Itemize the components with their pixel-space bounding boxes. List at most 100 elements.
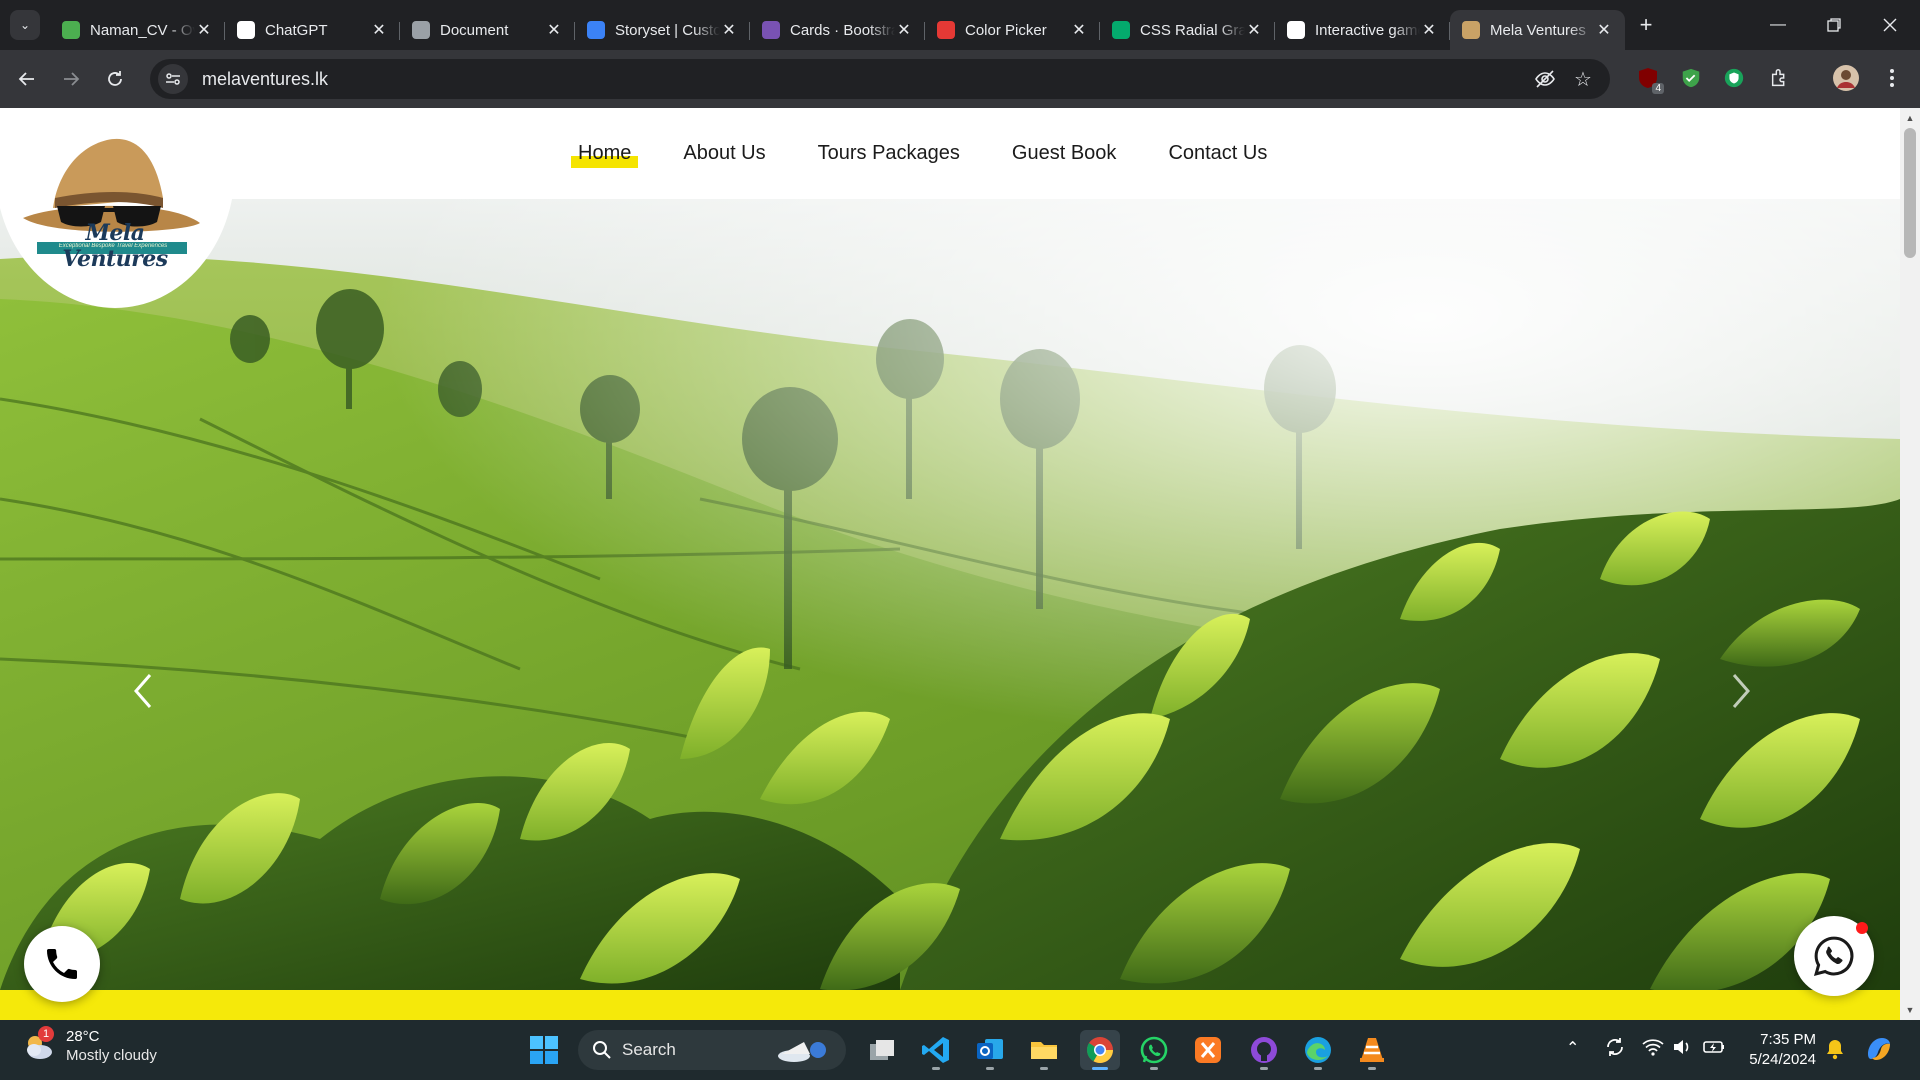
browser-tab[interactable]: Naman_CV - Overleaf✕ [50,10,225,50]
reload-icon [108,71,122,86]
close-tab-icon[interactable]: ✕ [370,20,388,40]
restore-button[interactable] [1806,0,1862,50]
browser-tab[interactable]: Storyset | Customize✕ [575,10,750,50]
outlook-icon [977,1039,1003,1059]
weather-widget[interactable]: 1 28°C Mostly cloudy [22,1026,157,1066]
bell-icon [1827,1040,1843,1060]
close-tab-icon[interactable]: ✕ [1595,20,1613,40]
nav-link-contact-us[interactable]: Contact Us [1168,142,1267,165]
browser-tab[interactable]: Cards · Bootstrap✕ [750,10,925,50]
close-tab-icon[interactable]: ✕ [1420,20,1438,40]
restore-icon [1827,18,1841,32]
browser-tab[interactable]: Document ✕ [400,10,575,50]
carousel-prev-button[interactable] [124,661,164,721]
notification-dot [1856,922,1868,934]
scroll-down-arrow[interactable]: ▼ [1900,1002,1920,1018]
browser-menu-button[interactable] [1876,62,1908,94]
tab-search-button[interactable]: ⌄ [10,10,40,40]
address-bar[interactable]: melaventures.lk ☆ [150,59,1610,99]
tab-title: Document [440,21,509,39]
hero-image-tea-plantation [0,199,1900,990]
star-icon: ☆ [1574,68,1592,91]
weather-badge: 1 [38,1026,54,1042]
eye-off-icon [1535,70,1555,88]
browser-tab[interactable]: Color Picker ✕ [925,10,1100,50]
browser-tab-strip: ⌄ Naman_CV - Overleaf✕ChatGPT✕Document✕S… [0,0,1920,50]
scroll-up-arrow[interactable]: ▲ [1900,110,1920,126]
system-clock[interactable]: 7:35 PM 5/24/2024 [1740,1030,1816,1070]
xampp-app[interactable] [1188,1030,1228,1070]
whatsapp-desktop-app[interactable] [1134,1030,1174,1070]
outlook-app[interactable] [970,1030,1010,1070]
tab-title: Interactive games [1315,21,1420,39]
close-tab-icon[interactable]: ✕ [1245,20,1263,40]
more-vertical-icon [1890,69,1894,87]
nav-link-guest-book[interactable]: Guest Book [1012,142,1117,165]
folder-icon [1031,1042,1057,1059]
bookmark-star-button[interactable]: ☆ [1568,64,1598,94]
browser-tab[interactable]: CSS Radial Gradient✕ [1100,10,1275,50]
notifications-button[interactable] [1825,1038,1845,1065]
chrome-icon [1086,1037,1114,1064]
show-hidden-icons-button[interactable]: ⌃ [1566,1038,1579,1058]
arrow-left-icon [18,72,34,86]
close-window-button[interactable] [1862,0,1918,50]
vpn-extension[interactable] [1718,62,1750,94]
task-view-button[interactable] [862,1030,902,1070]
volume-tray-item[interactable] [1672,1038,1692,1061]
start-button[interactable] [524,1030,564,1070]
call-button[interactable] [24,926,100,1002]
github-desktop-app[interactable] [1244,1030,1284,1070]
nav-link-tours-packages[interactable]: Tours Packages [818,142,960,165]
tab-title: ChatGPT [265,21,328,39]
browser-tab[interactable]: Interactive games✕ [1275,10,1450,50]
close-icon [1883,18,1897,32]
close-tab-icon[interactable]: ✕ [545,20,563,40]
xampp-icon [1195,1037,1221,1063]
scroll-thumb[interactable] [1904,128,1916,258]
forward-button[interactable] [54,62,88,96]
close-tab-icon[interactable]: ✕ [1070,20,1088,40]
minimize-button[interactable]: — [1750,0,1806,50]
logo-tagline: Exceptional Bespoke Travel Experiences [58,243,168,249]
vscode-app[interactable] [916,1030,956,1070]
footer-accent-bar [0,990,1900,1020]
browser-tab[interactable]: Mela Ventures ✕ [1450,10,1625,50]
wifi-tray-item[interactable] [1642,1038,1664,1061]
hero-carousel [0,199,1900,990]
nav-link-home[interactable]: Home [570,142,639,168]
file-explorer-app[interactable] [1024,1030,1064,1070]
close-tab-icon[interactable]: ✕ [720,20,738,40]
close-tab-icon[interactable]: ✕ [895,20,913,40]
chevron-right-icon [1732,674,1750,708]
whatsapp-button[interactable] [1794,916,1874,996]
copilot-button[interactable] [1864,1034,1894,1069]
profile-avatar[interactable] [1830,62,1862,94]
back-button[interactable] [10,62,44,96]
sync-tray-item[interactable] [1604,1036,1626,1063]
taskbar-search-box[interactable]: Search [578,1030,846,1070]
carousel-next-button[interactable] [1720,661,1760,721]
new-tab-button[interactable]: + [1631,10,1661,40]
ublock-extension[interactable]: 4 [1632,62,1664,94]
tracking-protection-button[interactable] [1530,64,1560,94]
globe-icon [412,21,430,39]
shield-extension[interactable] [1675,62,1707,94]
site-info-button[interactable] [158,64,188,94]
close-tab-icon[interactable]: ✕ [195,20,213,40]
page-scrollbar[interactable]: ▲ ▼ [1900,108,1920,1020]
vlc-app[interactable] [1352,1030,1392,1070]
site-header: Home About Us Tours Packages Guest Book Cont… [0,108,1900,199]
browser-tab[interactable]: ChatGPT ✕ [225,10,400,50]
reload-button[interactable] [98,62,132,96]
chrome-app[interactable] [1080,1030,1120,1070]
nav-link-about-us[interactable]: About Us [683,142,765,165]
extensions-button[interactable] [1764,62,1796,94]
battery-tray-item[interactable] [1702,1038,1726,1061]
url-text[interactable]: melaventures.lk [202,69,328,90]
logo-badge[interactable]: Mela Ventures Exceptional Bespoke Travel… [0,108,235,308]
clock-time: 7:35 PM [1760,1031,1816,1048]
edge-app[interactable] [1298,1030,1338,1070]
copilot-icon [1868,1038,1890,1060]
tab-title: Mela Ventures [1490,21,1586,39]
